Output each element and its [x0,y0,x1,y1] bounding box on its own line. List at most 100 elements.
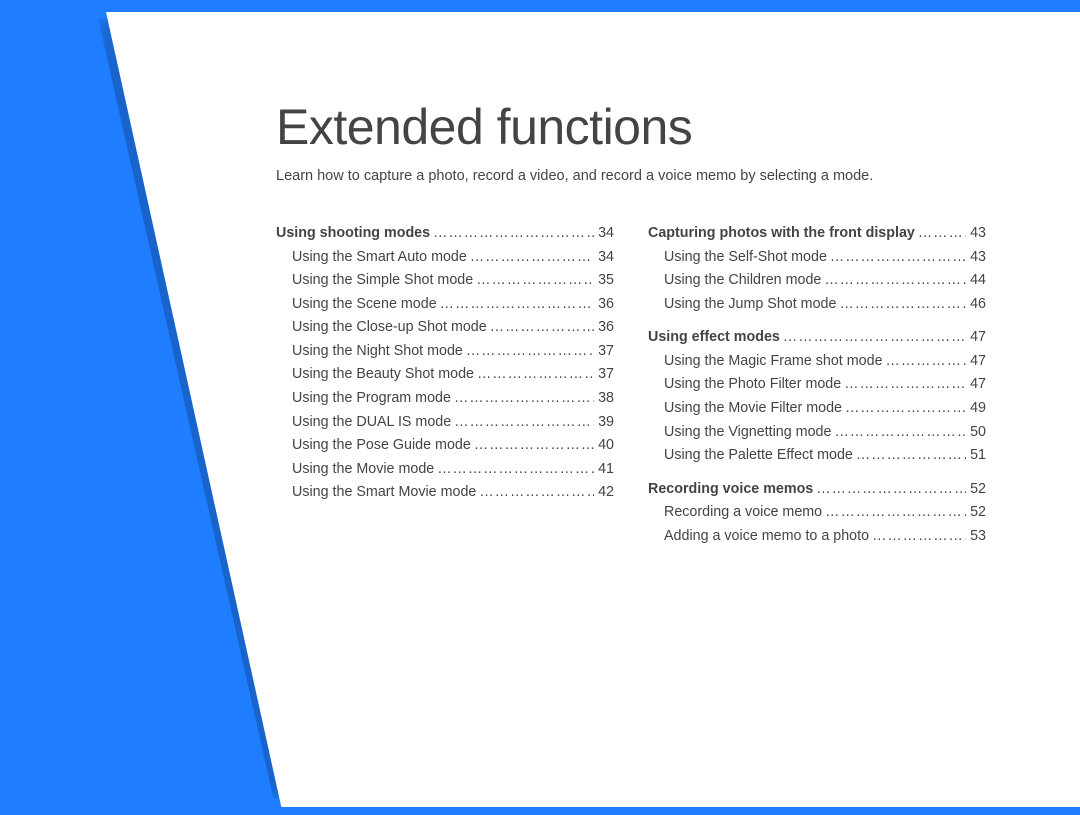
toc-page-number: 51 [966,444,986,468]
toc-entry[interactable]: Using the Smart Movie mode42 [276,481,614,505]
toc-label: Using the Program mode [276,387,451,411]
toc-page-number: 39 [594,411,614,435]
content-area: Extended functions Learn how to capture … [276,98,1016,549]
toc-entry[interactable]: Using the DUAL IS mode 39 [276,411,614,435]
page-subtitle: Learn how to capture a photo, record a v… [276,168,1016,184]
toc-leader [780,326,966,350]
toc-leader [841,373,966,397]
toc-section[interactable]: Recording voice memos52 [648,478,986,502]
toc-leader [474,363,594,387]
toc-leader [883,350,967,374]
section-gap [648,316,986,326]
toc-leader [430,222,594,246]
section-gap [648,468,986,478]
toc-page-number: 49 [966,397,986,421]
toc-leader [822,501,966,525]
toc-entry[interactable]: Using the Night Shot mode 37 [276,340,614,364]
toc-leader [869,525,966,549]
toc-entry[interactable]: Using the Movie Filter mode 49 [648,397,986,421]
toc-entry[interactable]: Using the Palette Effect mode 51 [648,444,986,468]
toc-entry[interactable]: Using the Scene mode 36 [276,293,614,317]
toc-page-number: 46 [966,293,986,317]
toc-label: Adding a voice memo to a photo [648,525,869,549]
toc-label: Using the Beauty Shot mode [276,363,474,387]
toc-section[interactable]: Capturing photos with the front display4… [648,222,986,246]
toc-page-number: 44 [966,269,986,293]
toc-leader [487,316,594,340]
toc-column-right: Capturing photos with the front display 4… [648,222,986,549]
toc-page-number: 52 [966,501,986,525]
toc-entry[interactable]: Using the Photo Filter mode 47 [648,373,986,397]
toc-page-number: 35 [594,269,614,293]
toc-column-left: Using shooting modes34Using the Smart Au… [276,222,614,549]
toc-entry[interactable]: Using the Children mode 44 [648,269,986,293]
toc-label: Using the Close-up Shot mode [276,316,487,340]
toc-leader [434,458,594,482]
page-title: Extended functions [276,98,1016,156]
toc-label: Using the Photo Filter mode [648,373,841,397]
toc-page-number: 47 [966,373,986,397]
toc-label: Using the Night Shot mode [276,340,463,364]
toc-leader [476,481,594,505]
toc-entry[interactable]: Using the Pose Guide mode 40 [276,434,614,458]
toc-page-number: 40 [594,434,614,458]
toc-entry[interactable]: Using the Magic Frame shot mode 47 [648,350,986,374]
toc-label: Using the Smart Auto mode [276,246,467,270]
toc-label: Using the Simple Shot mode [276,269,473,293]
toc-label: Recording a voice memo [648,501,822,525]
toc-label: Using the DUAL IS mode [276,411,451,435]
toc-entry[interactable]: Using the Close-up Shot mode 36 [276,316,614,340]
toc-label: Using the Pose Guide mode [276,434,471,458]
toc-leader [471,434,594,458]
toc-label: Using the Children mode [648,269,821,293]
toc-page-number: 34 [594,222,614,246]
toc-entry[interactable]: Adding a voice memo to a photo 53 [648,525,986,549]
toc-leader [853,444,966,468]
toc-entry[interactable]: Using the Program mode38 [276,387,614,411]
toc-leader [451,411,594,435]
toc-leader [813,478,966,502]
toc-section[interactable]: Using effect modes 47 [648,326,986,350]
toc-leader [821,269,966,293]
toc-label: Using shooting modes [276,222,430,246]
toc-label: Using the Movie mode [276,458,434,482]
toc-section[interactable]: Using shooting modes 34 [276,222,614,246]
toc-entry[interactable]: Recording a voice memo 52 [648,501,986,525]
toc-page-number: 50 [966,421,986,445]
toc-columns: Using shooting modes34Using the Smart Au… [276,222,1016,549]
toc-leader [473,269,594,293]
toc-page-number: 43 [966,246,986,270]
toc-label: Using the Scene mode [276,293,437,317]
toc-leader [451,387,594,411]
toc-label: Using effect modes [648,326,780,350]
toc-entry[interactable]: Using the Jump Shot mode 46 [648,293,986,317]
toc-label: Using the Magic Frame shot mode [648,350,883,374]
toc-label: Recording voice memos [648,478,813,502]
toc-label: Using the Palette Effect mode [648,444,853,468]
toc-page-number: 47 [966,350,986,374]
toc-entry[interactable]: Using the Simple Shot mode 35 [276,269,614,293]
toc-page-number: 36 [594,293,614,317]
toc-page-number: 36 [594,316,614,340]
toc-entry[interactable]: Using the Beauty Shot mode 37 [276,363,614,387]
toc-label: Using the Smart Movie mode [276,481,476,505]
toc-label: Using the Jump Shot mode [648,293,836,317]
toc-entry[interactable]: Using the Vignetting mode50 [648,421,986,445]
toc-entry[interactable]: Using the Smart Auto mode 34 [276,246,614,270]
toc-label: Using the Movie Filter mode [648,397,842,421]
toc-page-number: 34 [594,246,614,270]
toc-page-number: 53 [966,525,986,549]
toc-leader [842,397,966,421]
toc-page-number: 37 [594,340,614,364]
toc-entry[interactable]: Using the Self-Shot mode43 [648,246,986,270]
toc-leader [836,293,966,317]
toc-leader [831,421,966,445]
toc-page-number: 47 [966,326,986,350]
toc-leader [437,293,594,317]
toc-page-number: 37 [594,363,614,387]
toc-label: Capturing photos with the front display [648,222,915,246]
toc-leader [467,246,594,270]
toc-entry[interactable]: Using the Movie mode 41 [276,458,614,482]
toc-leader [915,222,966,246]
toc-page-number: 41 [594,458,614,482]
